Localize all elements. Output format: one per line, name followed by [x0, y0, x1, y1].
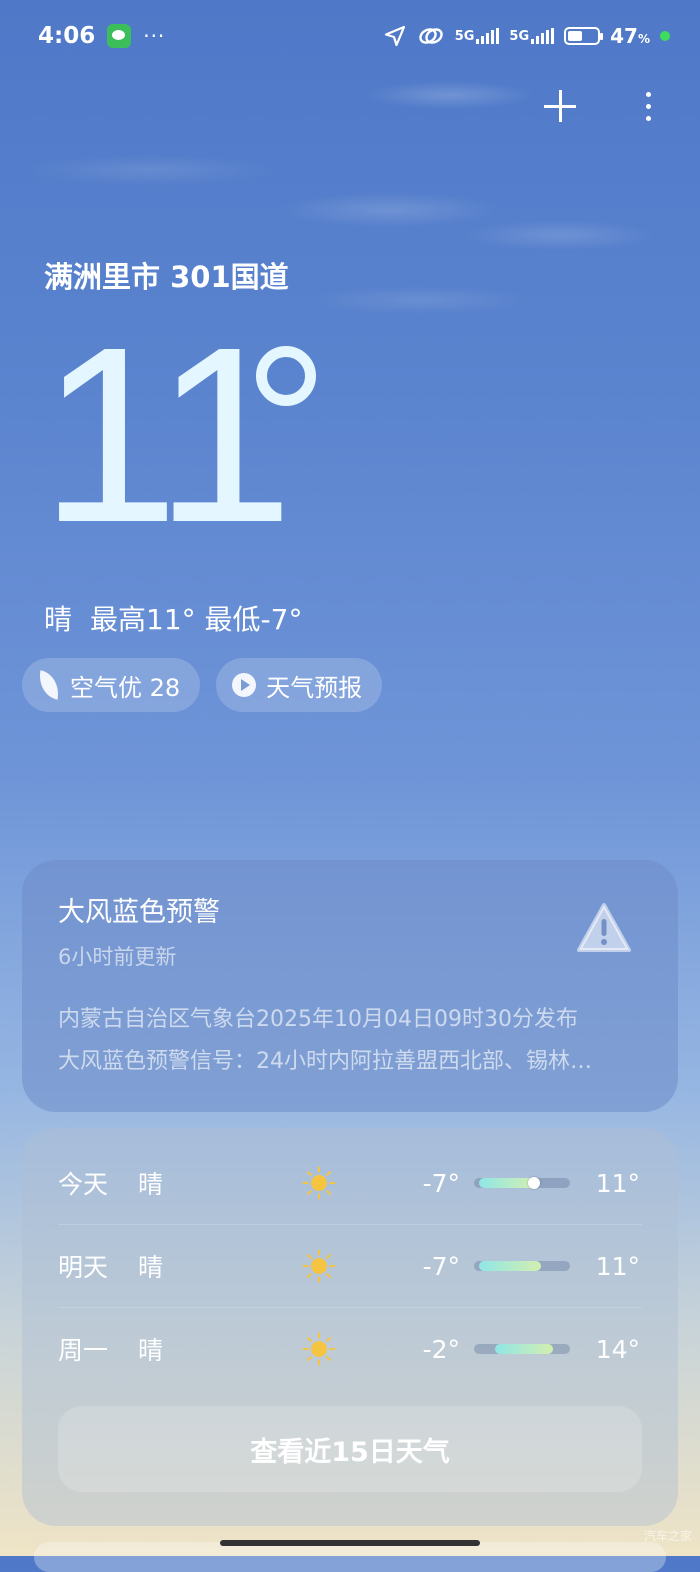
alert-line-2: 大风蓝色预警信号：24小时内阿拉善盟西北部、锡林…	[58, 1049, 592, 1074]
alert-updated: 6小时前更新	[58, 945, 177, 969]
air-quality-chip[interactable]: 空气优 28	[22, 658, 201, 712]
signal-bars-icon	[476, 28, 500, 44]
high-low: 最高11° 最低-7°	[90, 603, 303, 636]
forecast-low: -2°	[422, 1334, 460, 1364]
forecast-row-tomorrow[interactable]: 明天 晴 -7° 11°	[58, 1225, 642, 1308]
degree-symbol	[256, 346, 316, 406]
signal-5g-2: 5G	[509, 28, 555, 44]
watermark: 汽车之家	[643, 1529, 692, 1543]
forecast-day: 今天	[58, 1170, 109, 1199]
temperature-range-bar	[474, 1177, 570, 1189]
battery-icon	[564, 27, 604, 45]
info-chips: 空气优 28 天气预报	[22, 658, 383, 712]
forecast-video-label: 天气预报	[266, 673, 363, 702]
forecast-weather: 晴	[138, 1170, 164, 1199]
forecast-low: -7°	[422, 1168, 460, 1198]
play-icon	[232, 673, 257, 697]
forecast-row-monday[interactable]: 周一 晴 -2° 14°	[58, 1308, 642, 1390]
battery-unit: %	[637, 32, 650, 46]
daily-forecast-card: 今天 晴 -7° 11° 明天 晴 -7° 11° 周一 晴 -2° 14° 查…	[22, 1128, 678, 1526]
signal-bars-icon	[531, 28, 555, 44]
warning-triangle-icon	[577, 903, 631, 952]
signal-label: 5G	[454, 29, 475, 44]
weather-alert-card[interactable]: 大风蓝色预警 6小时前更新 内蒙古自治区气象台2025年10月04日09时30分…	[22, 860, 678, 1112]
current-temp-marker	[527, 1177, 540, 1189]
leaf-icon	[35, 670, 63, 700]
forecast-row-today[interactable]: 今天 晴 -7° 11°	[58, 1142, 642, 1225]
more-options-icon[interactable]	[646, 91, 652, 121]
view-15-day-forecast-button[interactable]: 查看近15日天气	[58, 1406, 642, 1492]
home-indicator[interactable]	[220, 1540, 480, 1546]
top-actions	[542, 88, 652, 124]
next-card-peek	[34, 1542, 666, 1572]
signal-5g-1: 5G	[455, 28, 500, 44]
add-city-icon[interactable]	[542, 88, 578, 124]
forecast-high: 11°	[595, 1168, 640, 1198]
current-temperature: 11	[40, 295, 294, 574]
air-quality-label: 空气优 28	[70, 673, 181, 702]
hotspot-link-icon	[418, 28, 443, 44]
signal-label: 5G	[509, 29, 530, 44]
current-condition: 晴	[44, 603, 73, 636]
status-bar: 4:06 ··· 5G 5G 47%	[38, 20, 670, 52]
alert-body: 内蒙古自治区气象台2025年10月04日09时30分发布 大风蓝色预警信号：24…	[58, 999, 642, 1083]
forecast-weather: 晴	[138, 1336, 164, 1365]
forecast-day: 周一	[58, 1336, 109, 1365]
sun-icon	[302, 1166, 336, 1200]
forecast-low: -7°	[422, 1251, 460, 1281]
forecast-high: 14°	[595, 1334, 640, 1364]
battery-value: 47	[610, 24, 638, 48]
forecast-high: 11°	[595, 1251, 640, 1281]
wechat-notification-icon	[107, 24, 132, 48]
temperature-range-bar	[474, 1344, 570, 1354]
forecast-day: 明天	[58, 1253, 109, 1282]
battery-percent: 47%	[610, 24, 650, 48]
privacy-indicator-dot	[660, 31, 670, 41]
weather-forecast-video-chip[interactable]: 天气预报	[216, 658, 383, 712]
location-arrow-icon	[384, 25, 405, 47]
status-time: 4:06	[38, 23, 96, 49]
alert-title: 大风蓝色预警	[58, 897, 220, 928]
condition-line: 晴最高11° 最低-7°	[44, 598, 320, 638]
forecast-weather: 晴	[138, 1253, 164, 1282]
alert-line-1: 内蒙古自治区气象台2025年10月04日09时30分发布	[58, 1007, 578, 1032]
sun-icon	[302, 1332, 336, 1366]
more-notifications-icon: ···	[143, 24, 166, 48]
location-title: 满洲里市 301国道	[44, 260, 289, 294]
sun-icon	[302, 1249, 336, 1283]
temperature-range-bar	[474, 1261, 570, 1271]
